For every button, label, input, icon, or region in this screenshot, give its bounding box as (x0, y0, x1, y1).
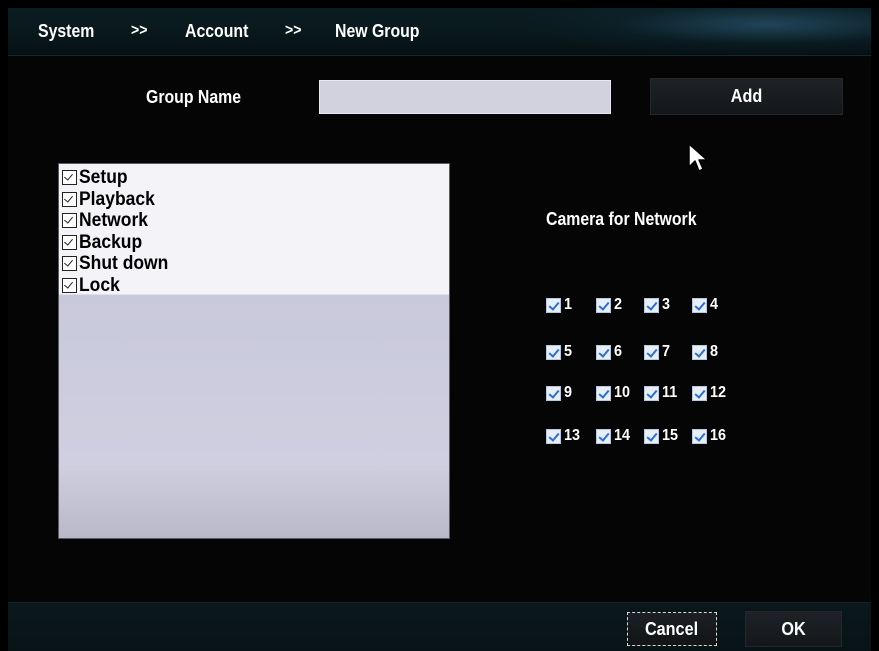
permission-checkbox[interactable] (62, 213, 77, 229)
footer-bar (8, 602, 871, 651)
camera-checkbox-3[interactable]: 3 (644, 296, 671, 314)
permission-checkbox[interactable] (62, 170, 77, 186)
camera-number: 8 (710, 343, 719, 360)
check-icon (692, 428, 707, 444)
permission-item-network[interactable]: Network (62, 210, 176, 232)
camera-number: 2 (614, 296, 623, 313)
check-icon (644, 297, 659, 313)
camera-checkbox-14[interactable]: 14 (596, 427, 632, 445)
camera-number: 15 (662, 427, 679, 444)
permission-label: Backup (79, 231, 143, 253)
permission-item-lock[interactable]: Lock (62, 275, 176, 297)
permission-checkbox[interactable] (62, 234, 77, 250)
permission-checkbox[interactable] (62, 256, 77, 272)
breadcrumb-separator: >> (285, 22, 302, 39)
camera-checkbox-16[interactable]: 16 (692, 427, 728, 445)
camera-number: 5 (564, 343, 573, 360)
breadcrumb-account: Account (185, 21, 249, 41)
permission-item-shut-down[interactable]: Shut down (62, 253, 176, 275)
permission-label: Playback (79, 188, 155, 210)
camera-checkbox-2[interactable]: 2 (596, 296, 623, 314)
ok-button[interactable]: OK (745, 611, 842, 647)
add-button[interactable]: Add (650, 78, 843, 115)
permission-checkbox[interactable] (62, 191, 77, 207)
camera-checkbox-6[interactable]: 6 (596, 343, 623, 361)
camera-number: 3 (662, 296, 671, 313)
check-icon (596, 428, 611, 444)
camera-number: 4 (710, 296, 719, 313)
mouse-pointer-icon (688, 143, 708, 172)
camera-number: 12 (710, 384, 727, 401)
check-icon (546, 297, 561, 313)
ok-button-label: OK (781, 618, 806, 639)
check-icon (644, 344, 659, 360)
camera-number: 7 (662, 343, 671, 360)
camera-checkbox-8[interactable]: 8 (692, 343, 719, 361)
group-name-input[interactable] (319, 80, 611, 114)
camera-checkbox-7[interactable]: 7 (644, 343, 671, 361)
camera-section-title: Camera for Network (546, 209, 697, 229)
camera-checkbox-5[interactable]: 5 (546, 343, 573, 361)
camera-checkbox-1[interactable]: 1 (546, 296, 573, 314)
group-name-label: Group Name (146, 87, 242, 107)
camera-number: 1 (564, 296, 573, 313)
check-icon (596, 385, 611, 401)
permission-label: Shut down (79, 253, 169, 275)
permission-label: Setup (79, 167, 128, 189)
camera-checkbox-10[interactable]: 10 (596, 384, 632, 402)
camera-checkbox-15[interactable]: 15 (644, 427, 680, 445)
camera-number: 10 (614, 384, 631, 401)
breadcrumb-new-group: New Group (335, 21, 420, 41)
camera-checkbox-4[interactable]: 4 (692, 296, 719, 314)
permission-label: Lock (79, 274, 120, 296)
camera-checkbox-9[interactable]: 9 (546, 384, 573, 402)
camera-number: 14 (614, 427, 631, 444)
check-icon (546, 344, 561, 360)
camera-checkbox-13[interactable]: 13 (546, 427, 582, 445)
permission-list: Setup Playback Network Backup Shut down … (62, 167, 176, 296)
check-icon (644, 428, 659, 444)
add-button-label: Add (730, 86, 763, 106)
camera-number: 9 (564, 384, 573, 401)
check-icon (644, 385, 659, 401)
check-icon (692, 344, 707, 360)
camera-number: 16 (710, 427, 727, 444)
cancel-button[interactable]: Cancel (627, 612, 717, 646)
permission-item-setup[interactable]: Setup (62, 167, 176, 189)
new-group-screen: System >> Account >> New Group Group Nam… (0, 0, 879, 651)
permission-item-backup[interactable]: Backup (62, 232, 176, 254)
permission-list-panel: Setup Playback Network Backup Shut down … (58, 163, 450, 539)
check-icon (596, 297, 611, 313)
check-icon (546, 385, 561, 401)
camera-number: 6 (614, 343, 623, 360)
camera-number: 13 (564, 427, 581, 444)
camera-number: 11 (662, 384, 678, 401)
check-icon (596, 344, 611, 360)
check-icon (692, 385, 707, 401)
breadcrumb-separator: >> (131, 22, 148, 39)
permission-checkbox[interactable] (62, 277, 77, 293)
check-icon (692, 297, 707, 313)
cancel-button-label: Cancel (645, 618, 699, 639)
breadcrumb-system: System (38, 21, 95, 41)
camera-checkbox-11[interactable]: 11 (644, 384, 679, 402)
title-bar-glow (528, 8, 871, 55)
check-icon (546, 428, 561, 444)
permission-item-playback[interactable]: Playback (62, 189, 176, 211)
camera-checkbox-12[interactable]: 12 (692, 384, 728, 402)
permission-label: Network (79, 210, 148, 232)
